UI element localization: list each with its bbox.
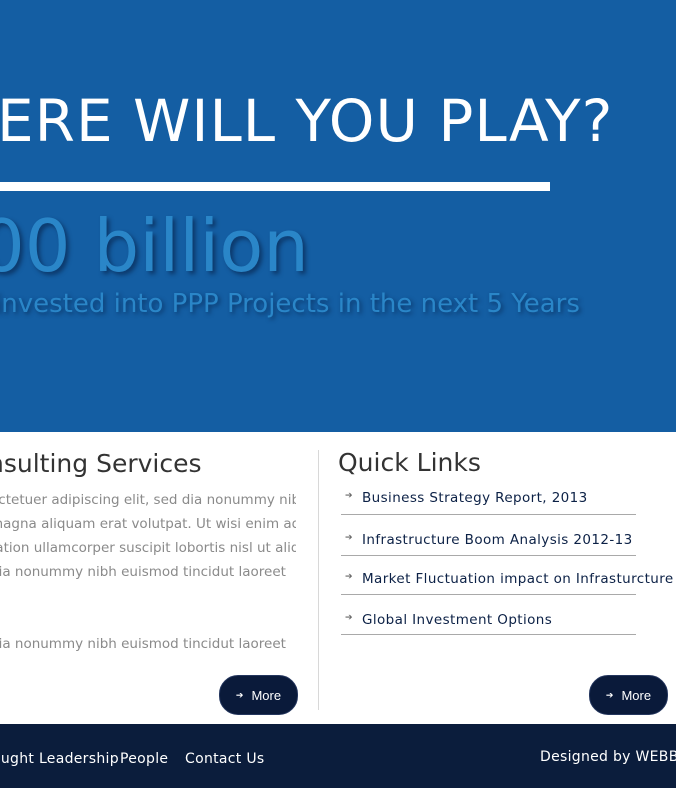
hero-amount: 00 billion: [0, 204, 309, 288]
quick-link-label: Infrastructure Boom Analysis 2012-13: [362, 532, 633, 548]
services-paragraph: ectetuer adipiscing elit, sed dia nonumm…: [0, 488, 296, 584]
quick-links-title: Quick Links: [338, 448, 481, 477]
paragraph-line: ectetuer adipiscing elit, sed dia nonumm…: [0, 492, 296, 508]
services-more-button[interactable]: ➔ More: [219, 675, 298, 715]
quick-link-label: Business Strategy Report, 2013: [362, 490, 588, 506]
arrow-right-icon: ➔: [345, 491, 353, 501]
hero-banner: ERE WILL YOU PLAY? 00 billion invested i…: [0, 0, 676, 432]
section-title: nsulting Services: [0, 449, 202, 478]
quick-link-global-investment[interactable]: ➔ Global Investment Options: [341, 600, 636, 635]
arrow-right-icon: ➔: [345, 613, 353, 623]
paragraph-line: magna aliquam erat volutpat. Ut wisi eni…: [0, 516, 296, 532]
quick-link-market-fluctuation[interactable]: ➔ Market Fluctuation impact on Infrastur…: [341, 560, 673, 595]
arrow-right-icon: ➔: [605, 689, 614, 700]
hero-subtitle: invested into PPP Projects in the next 5…: [0, 289, 580, 319]
paragraph-line: dia nonummy nibh euismod tincidut laoree…: [0, 636, 286, 652]
quick-links-more-button[interactable]: ➔ More: [589, 675, 668, 715]
column-divider: [318, 450, 319, 710]
arrow-right-icon: ➔: [345, 572, 353, 582]
quick-link-business-strategy[interactable]: ➔ Business Strategy Report, 2013: [341, 480, 636, 515]
hero-title: ERE WILL YOU PLAY?: [0, 87, 614, 155]
quick-link-label: Global Investment Options: [362, 612, 553, 628]
paragraph-line: tation ullamcorper suscipit lobortis nis…: [0, 540, 296, 556]
paragraph-line: dia nonummy nibh euismod tincidut laoree…: [0, 564, 286, 580]
hero-divider: [0, 182, 550, 191]
services-paragraph: dia nonummy nibh euismod tincidut laoree…: [0, 632, 296, 656]
footer-credit: Designed by WEBB: [540, 749, 676, 765]
arrow-right-icon: ➔: [345, 533, 353, 543]
footer-link-contact-us[interactable]: Contact Us: [185, 751, 264, 767]
more-button-label: More: [251, 687, 282, 703]
footer-link-thought-leadership[interactable]: ought Leadership: [0, 751, 119, 767]
footer: ought Leadership People Contact Us Desig…: [0, 724, 676, 788]
quick-link-label: Market Fluctuation impact on Infrasturct…: [362, 571, 674, 587]
arrow-right-icon: ➔: [235, 689, 244, 700]
more-button-label: More: [621, 687, 652, 703]
quick-link-infrastructure-boom[interactable]: ➔ Infrastructure Boom Analysis 2012-13: [341, 521, 636, 556]
footer-link-people[interactable]: People: [120, 751, 168, 767]
